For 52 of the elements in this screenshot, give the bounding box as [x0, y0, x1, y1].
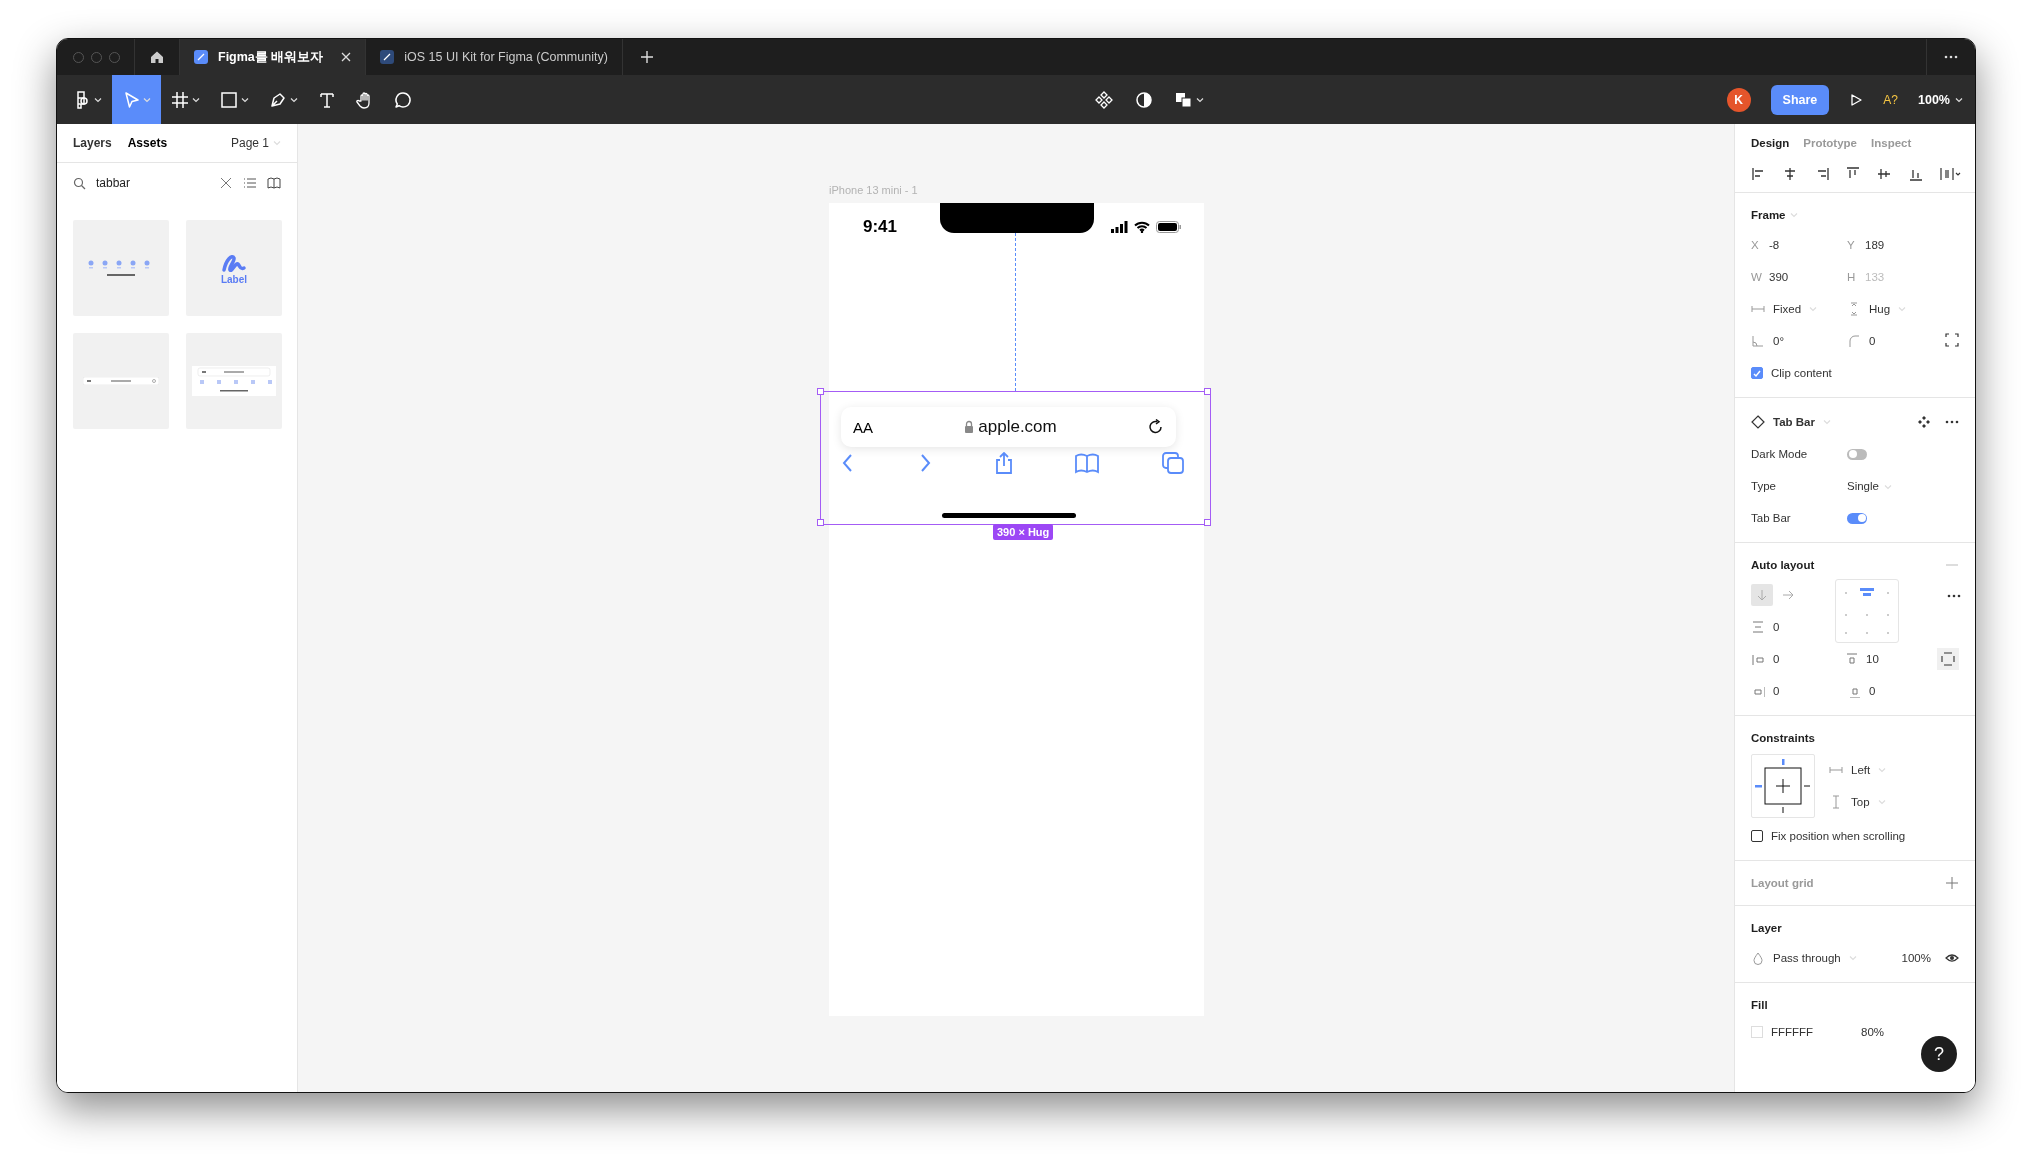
file-tab[interactable]: Figma를 배워보자 [180, 39, 367, 75]
panel-tab[interactable]: Design [1751, 137, 1790, 149]
help-button[interactable]: ? [1921, 1036, 1957, 1072]
zoom-menu[interactable]: 100% [1918, 92, 1963, 107]
component-name[interactable]: Tab Bar [1773, 416, 1815, 428]
type-dropdown[interactable]: Single [1847, 480, 1879, 492]
selection-outline[interactable]: AA apple.com [820, 391, 1211, 525]
sizing-dropdown[interactable]: Fixed [1773, 303, 1802, 315]
section-title[interactable]: Frame [1735, 201, 1975, 229]
number-field[interactable]: 390 [1769, 271, 1789, 283]
rotation-field[interactable]: 0° [1773, 335, 1784, 347]
padding-field[interactable]: 10 [1866, 653, 1879, 665]
padding-field[interactable]: 0 [1869, 685, 1876, 697]
field-label: Y [1847, 239, 1856, 251]
section-title: Constraints [1751, 732, 1815, 744]
search-field[interactable]: tabbar [96, 176, 209, 190]
hex-field[interactable]: FFFFFF [1771, 1026, 1814, 1038]
field-label: X [1751, 239, 1760, 251]
field-label: H [1847, 271, 1857, 283]
number-field[interactable]: -8 [1769, 239, 1780, 251]
sizing-dropdown[interactable]: Hug [1869, 303, 1891, 315]
section-title: Auto layout [1751, 559, 1815, 571]
checkbox-label: Clip content [1771, 367, 1832, 379]
number-field[interactable]: 189 [1865, 239, 1885, 251]
status-time: 9:41 [863, 217, 898, 237]
url-text: apple.com [964, 417, 1057, 437]
section-title: Layout grid [1751, 877, 1814, 889]
vertical-constraint-dropdown[interactable]: Top [1851, 796, 1870, 808]
property-label: Tab Bar [1751, 512, 1792, 524]
radius-field[interactable]: 0 [1869, 335, 1876, 347]
checkbox-label: Fix position when scrolling [1771, 830, 1906, 842]
size-badge: 390 × Hug [993, 524, 1054, 540]
panel-tab[interactable]: Assets [127, 136, 168, 150]
field-label: W [1751, 271, 1761, 283]
section-title: Layer [1751, 922, 1782, 934]
opacity-field[interactable]: 80% [1861, 1026, 1885, 1038]
user-avatar[interactable]: K [1726, 87, 1751, 112]
horizontal-constraint-dropdown[interactable]: Left [1851, 764, 1871, 776]
section-title: Fill [1751, 999, 1768, 1011]
padding-field[interactable]: 0 [1773, 685, 1780, 697]
missing-fonts-indicator[interactable]: A? [1883, 92, 1898, 107]
property-label: Dark Mode [1751, 448, 1809, 460]
page-menu[interactable]: Page 1 [230, 136, 281, 150]
address-bar[interactable]: AA apple.com [841, 407, 1176, 447]
asset-label: Label [220, 273, 248, 285]
spacing-field[interactable]: 0 [1773, 621, 1780, 633]
padding-field[interactable]: 0 [1773, 653, 1780, 665]
opacity-field[interactable]: 100% [1901, 952, 1931, 964]
text-size-button[interactable]: AA [853, 418, 873, 436]
panel-tab[interactable]: Layers [73, 136, 112, 150]
property-label: Type [1751, 480, 1777, 492]
blend-mode-dropdown[interactable]: Pass through [1773, 952, 1841, 964]
